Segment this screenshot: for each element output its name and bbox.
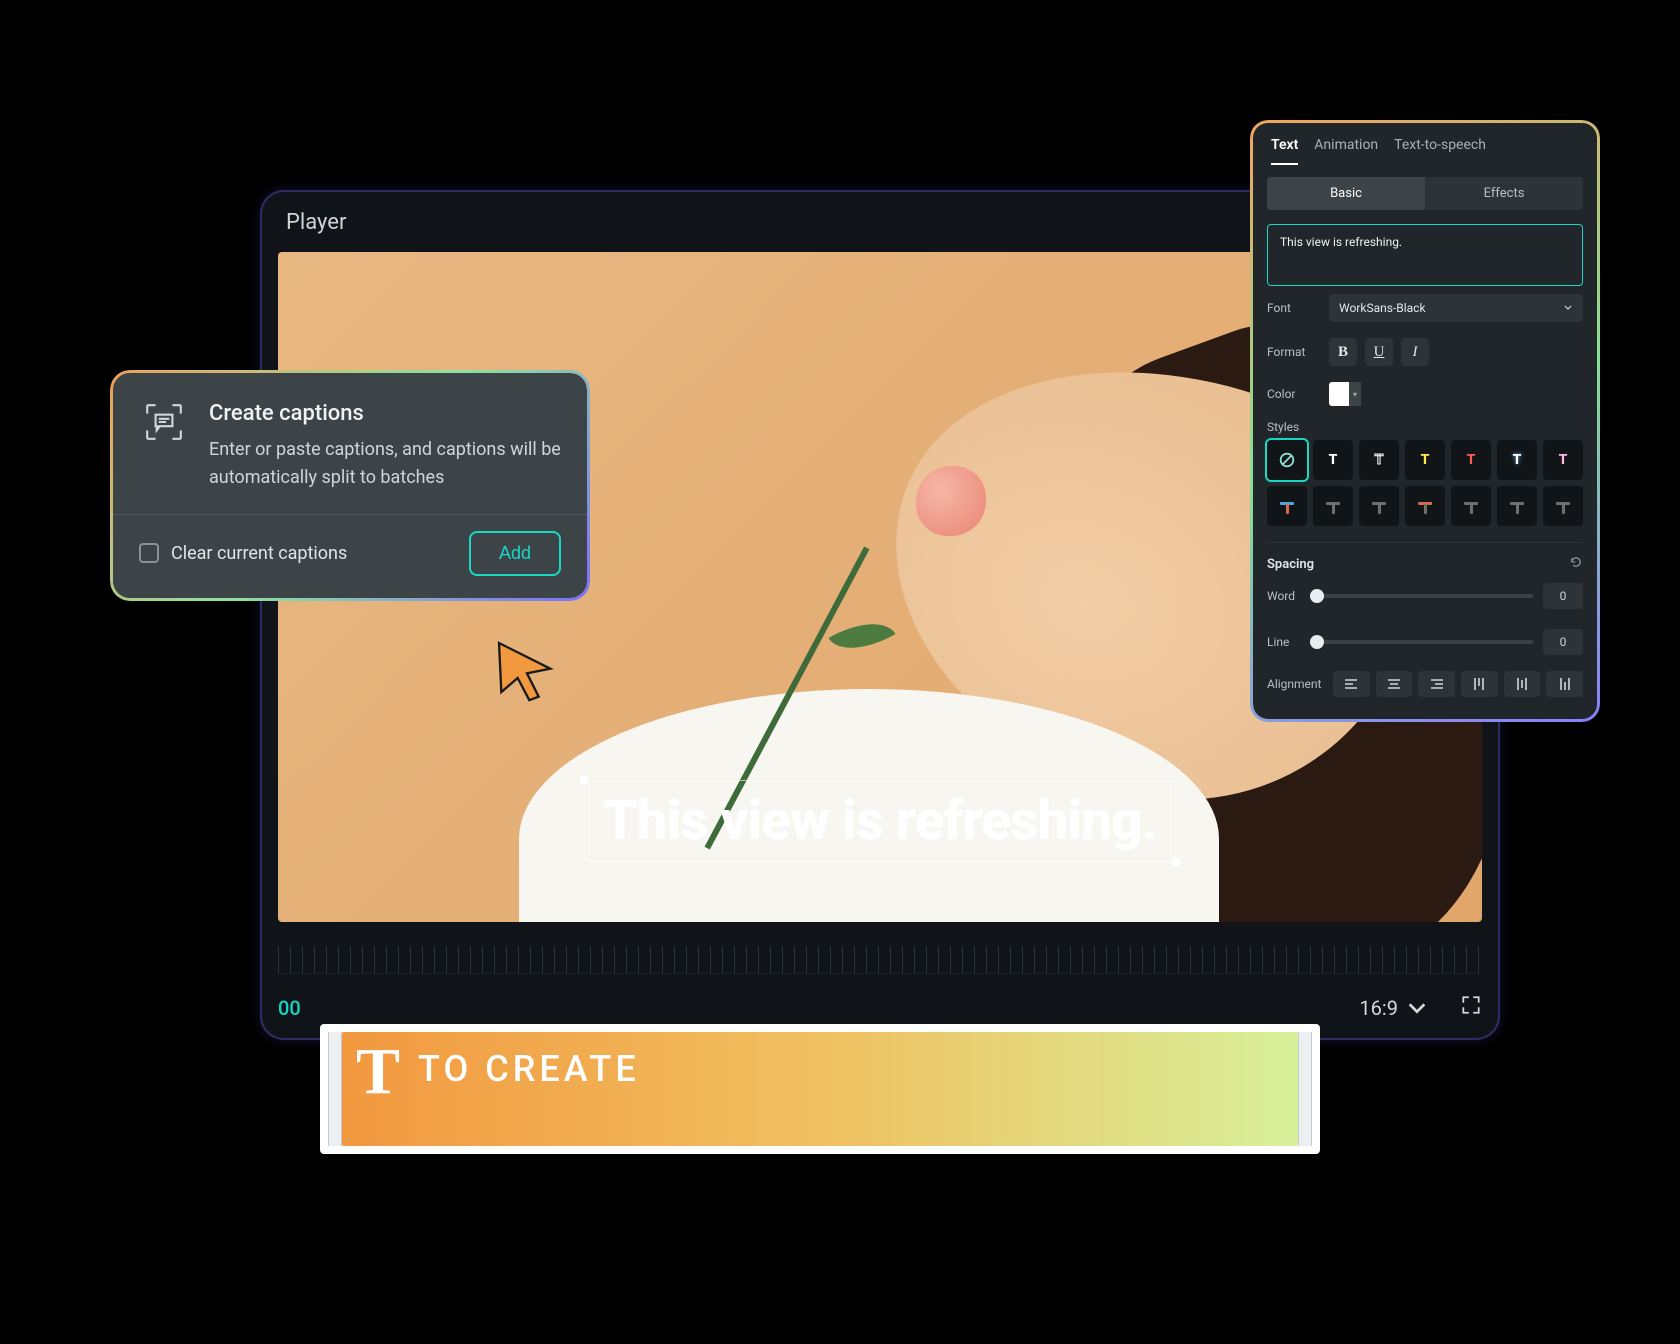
time-label: 00 bbox=[278, 996, 301, 1020]
subtab-effects[interactable]: Effects bbox=[1425, 177, 1583, 210]
underline-button[interactable]: U bbox=[1365, 338, 1393, 366]
italic-button[interactable]: I bbox=[1401, 338, 1429, 366]
spacing-label: Spacing bbox=[1267, 557, 1314, 572]
clip-handle-left[interactable] bbox=[328, 1032, 342, 1146]
style-preset[interactable] bbox=[1451, 486, 1491, 526]
style-preset[interactable] bbox=[1359, 486, 1399, 526]
line-spacing-label: Line bbox=[1267, 635, 1307, 649]
style-none[interactable] bbox=[1267, 440, 1307, 480]
style-preset[interactable]: T bbox=[1405, 440, 1445, 480]
captions-icon bbox=[139, 401, 189, 492]
color-picker[interactable]: ▾ bbox=[1329, 382, 1361, 406]
style-preset[interactable] bbox=[1267, 486, 1307, 526]
create-captions-dialog: Create captions Enter or paste captions,… bbox=[110, 370, 590, 601]
caption-overlay[interactable]: This view is refreshing. bbox=[584, 780, 1176, 862]
alignment-label: Alignment bbox=[1267, 677, 1327, 691]
word-spacing-slider[interactable] bbox=[1317, 594, 1533, 598]
tab-text[interactable]: Text bbox=[1271, 137, 1298, 165]
timeline-ruler[interactable] bbox=[278, 946, 1482, 974]
color-label: Color bbox=[1267, 387, 1317, 401]
styles-grid: T T T T T T bbox=[1253, 436, 1597, 530]
line-spacing-value[interactable]: 0 bbox=[1543, 629, 1583, 655]
style-preset[interactable]: T bbox=[1313, 440, 1353, 480]
word-spacing-value[interactable]: 0 bbox=[1543, 583, 1583, 609]
font-label: Font bbox=[1267, 301, 1317, 315]
style-preset[interactable]: T bbox=[1543, 440, 1583, 480]
dialog-description: Enter or paste captions, and captions wi… bbox=[209, 436, 561, 492]
subtab-basic[interactable]: Basic bbox=[1267, 177, 1425, 210]
style-preset[interactable] bbox=[1405, 486, 1445, 526]
style-preset[interactable] bbox=[1543, 486, 1583, 526]
align-bottom-button[interactable] bbox=[1546, 671, 1583, 697]
style-preset[interactable]: T bbox=[1359, 440, 1399, 480]
text-properties-panel: Text Animation Text-to-speech Basic Effe… bbox=[1250, 120, 1600, 722]
chevron-down-icon bbox=[1563, 303, 1573, 313]
style-preset[interactable]: T bbox=[1451, 440, 1491, 480]
reset-spacing-button[interactable] bbox=[1569, 555, 1583, 573]
align-center-button[interactable] bbox=[1376, 671, 1413, 697]
fullscreen-button[interactable] bbox=[1460, 994, 1482, 1020]
format-label: Format bbox=[1267, 345, 1317, 359]
styles-label: Styles bbox=[1253, 414, 1597, 436]
style-preset[interactable] bbox=[1497, 486, 1537, 526]
aspect-ratio-selector[interactable]: 16:9 bbox=[1359, 996, 1428, 1020]
player-footer: 00 16:9 bbox=[278, 938, 1482, 1038]
tab-animation[interactable]: Animation bbox=[1314, 137, 1378, 165]
tab-text-to-speech[interactable]: Text-to-speech bbox=[1394, 137, 1486, 165]
align-left-button[interactable] bbox=[1333, 671, 1370, 697]
timeline-text-clip[interactable]: T TO CREATE bbox=[320, 1024, 1320, 1154]
font-select[interactable]: WorkSans-Black bbox=[1329, 294, 1583, 322]
word-spacing-label: Word bbox=[1267, 589, 1307, 603]
align-top-button[interactable] bbox=[1461, 671, 1498, 697]
add-button[interactable]: Add bbox=[469, 531, 561, 576]
text-icon: T bbox=[356, 1042, 400, 1101]
clear-captions-checkbox[interactable]: Clear current captions bbox=[139, 543, 347, 564]
chevron-down-icon bbox=[1406, 997, 1428, 1019]
reset-icon bbox=[1569, 555, 1583, 569]
style-preset[interactable]: T bbox=[1497, 440, 1537, 480]
align-middle-button[interactable] bbox=[1504, 671, 1541, 697]
style-preset[interactable] bbox=[1313, 486, 1353, 526]
clip-label: TO CREATE bbox=[418, 1048, 640, 1090]
caption-text-input[interactable]: This view is refreshing. bbox=[1267, 224, 1583, 286]
bold-button[interactable]: B bbox=[1329, 338, 1357, 366]
align-right-button[interactable] bbox=[1418, 671, 1455, 697]
clip-handle-right[interactable] bbox=[1298, 1032, 1312, 1146]
dialog-title: Create captions bbox=[209, 401, 561, 426]
line-spacing-slider[interactable] bbox=[1317, 640, 1533, 644]
